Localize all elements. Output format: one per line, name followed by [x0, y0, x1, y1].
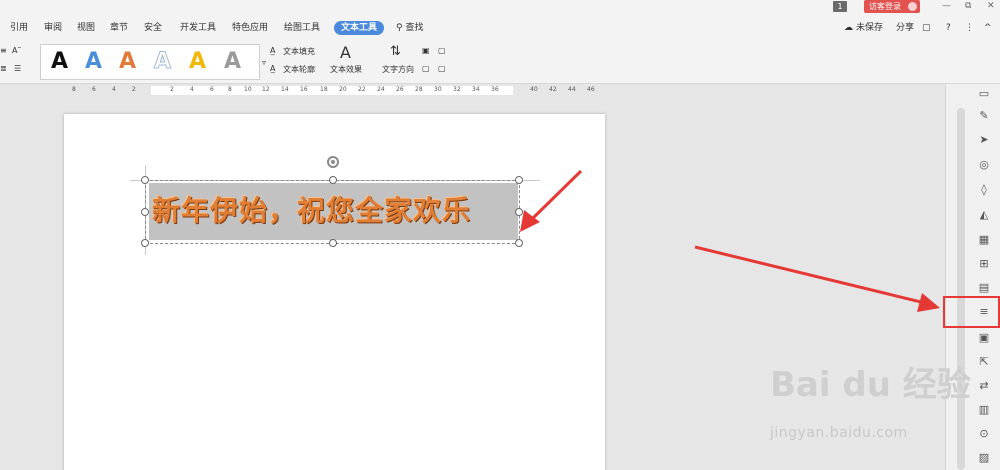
watermark-main: Bai du 经验 — [770, 365, 971, 405]
baidu-watermark-logo: Bai du 经验 jingyan.baidu.com — [770, 365, 1000, 445]
watermark-url: jingyan.baidu.com — [770, 425, 908, 441]
